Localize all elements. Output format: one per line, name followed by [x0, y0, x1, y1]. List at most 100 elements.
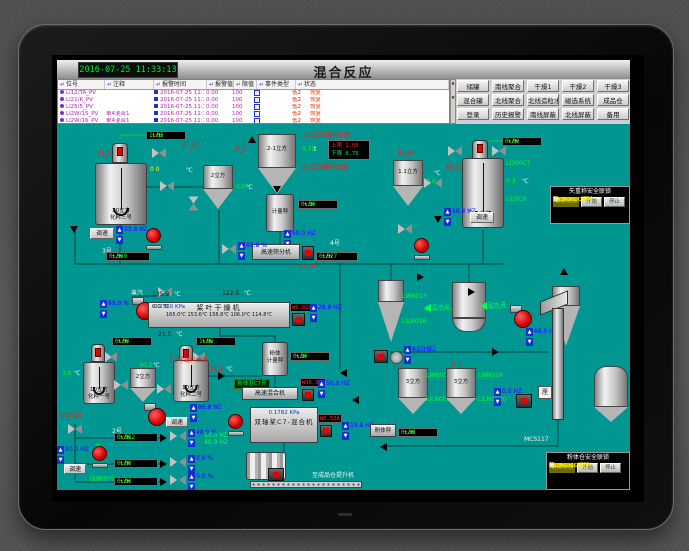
alarm-row[interactable]: LI25/5_PV2016-07-25 11:10.00100低2恢复 — [58, 104, 449, 111]
flow-arrow-right — [218, 372, 225, 380]
twin-shaft-mixer: 0.1782 KPa双轴桨C7-混合机 — [250, 407, 318, 443]
alarm-row[interactable]: LI2W/15_PV单4混合12016-07-25 11:10.00100低2恢… — [58, 111, 449, 118]
brine-out-arrow — [424, 304, 431, 312]
alarm-row[interactable]: LI21/K_PV2016-07-25 11:10.00100低2恢复 — [58, 97, 449, 104]
drive-indicator-15: ▲▼41.0 HZ0.0 HZ — [404, 346, 412, 364]
stop-button[interactable]: 停止 — [600, 463, 621, 473]
conveyor — [250, 481, 362, 488]
flow-display-10: 0.00t/h — [114, 477, 158, 486]
col-status[interactable]: 状态 — [296, 80, 449, 89]
high-speed-mixer: 高速混合机 — [242, 387, 298, 400]
flow-display-6: 1.08t/h — [196, 337, 236, 346]
col-value[interactable]: 报警值 — [207, 80, 234, 89]
alarm-row[interactable]: LI12/TA_PV2016-07-25 11:10.00100低2恢复 — [58, 90, 449, 97]
alarm-cell: 单4混合1 — [104, 111, 152, 118]
tag-mcs117: MCS117 — [524, 436, 549, 443]
nav-button-干燥3[interactable]: 干燥3 — [597, 80, 629, 92]
alarm-cell — [252, 97, 290, 104]
temp-1225: 122.5 — [222, 290, 239, 297]
nav-button-北线聚合[interactable]: 北线聚合 — [492, 94, 524, 106]
drive-indicator-13: ▲▼13.0 HZ15.1 HZ — [342, 422, 350, 440]
drive-indicator-12: ▲▼50.0 HZ50.0 HZ — [318, 380, 326, 398]
alarm-cell: 2016-07-25 11:1 — [152, 111, 204, 118]
pump-1 — [146, 228, 162, 250]
alarm-cell: 低2 — [290, 111, 308, 118]
deg-symbol: ℃ — [244, 290, 251, 297]
tank-2-label: 10立方 化料二号 — [174, 385, 208, 398]
alarm-cell — [252, 111, 290, 118]
hopper-label: 2-1立方 — [259, 146, 295, 153]
alarm-cell: 100 — [230, 90, 252, 97]
col-type[interactable]: 事件类型 — [257, 80, 296, 89]
flow-arrow-right — [492, 348, 499, 356]
alarm-cell: 恢复 — [308, 97, 340, 104]
speed-button-3[interactable]: 调速 — [166, 417, 188, 427]
alarm-cell — [252, 90, 290, 97]
weigh-scale-1: 计量秤 — [266, 194, 294, 232]
flow-display-12: 0.10t/h — [398, 428, 438, 437]
nav-button-磁选系统[interactable]: 磁选系统 — [562, 94, 594, 106]
pump3-hz-2: 40.9 HZ — [204, 439, 228, 446]
col-time[interactable]: 报警时间 — [154, 80, 207, 89]
drive-indicator-14: ▲▼68.5 HZ68.5 HZ — [526, 328, 534, 346]
nav-button-北线屏蔽[interactable]: 北线屏蔽 — [562, 108, 594, 120]
flow-arrow-down — [434, 216, 442, 223]
nav-button-储罐[interactable]: 储罐 — [457, 80, 489, 92]
drive-indicator-10: ▲▼0.0 %7.9 % — [188, 455, 196, 473]
drive-indicator-5: ▲▼59.5 %49.0 % — [100, 300, 108, 318]
col-tag[interactable]: 位号 — [58, 80, 105, 89]
tag-li8n013: LI8N013 — [402, 293, 427, 300]
alarm-table-header: 位号 注释 报警时间 报警值 限值 事件类型 状态 — [58, 80, 449, 90]
stop-button[interactable]: 停止 — [604, 197, 625, 207]
drive-indicator-1: ▲▼23.6 %35.8 HZ — [116, 226, 124, 244]
nav-button-南线聚合[interactable]: 南线聚合 — [492, 80, 524, 92]
nav-button-混合罐[interactable]: 混合罐 — [457, 94, 489, 106]
tag-li8n019: LI8N019 — [478, 372, 503, 379]
valve-tank4-left — [448, 146, 462, 157]
nav-button-南线屏蔽[interactable]: 南线屏蔽 — [527, 108, 559, 120]
tag-liln0c20: LILN0C20 — [478, 396, 507, 403]
valve-tank1-top — [152, 148, 166, 159]
nav-button-成品仓[interactable]: 成品仓 — [597, 94, 629, 106]
flow-arrow-right — [468, 288, 475, 296]
tank-3-values: 0 0 — [150, 166, 160, 173]
col-desc[interactable]: 注释 — [105, 80, 154, 89]
mixer-motor-2 — [320, 425, 332, 437]
nav-button-登录[interactable]: 登录 — [457, 108, 489, 120]
nav-button-历史报警[interactable]: 历史报警 — [492, 108, 524, 120]
steam-label: 蒸汽 — [131, 290, 143, 297]
tank2-temp: 3.0 — [62, 370, 72, 377]
level-high-alarm: 2-1立方罐料位高 — [304, 132, 350, 139]
tag-fs14: FS_14 — [298, 263, 316, 270]
process-diagram: 1.03t/h FI_3 FI_10 10立方 化料三号 0 0 ℃ 2立方 0… — [57, 124, 630, 490]
drive-indicator-8: ▲▼90.8 %86.9 HZ — [190, 404, 198, 422]
alarm-cell — [252, 104, 290, 111]
cyclone-1 — [378, 280, 404, 342]
hopper-2-1m3: 2-1立方 — [258, 134, 296, 194]
pump-5 — [92, 446, 108, 468]
interlock-panel-2: 粉体仓安全联锁 开W5604C延时30秒 关CM6205C延时12.0分 联锁切… — [546, 452, 630, 490]
alarm-cell: 0.00 — [204, 111, 230, 118]
brine-in-arrow — [480, 302, 487, 310]
speed-button-4[interactable]: 调速 — [64, 464, 86, 474]
hopper-2m3-top: 2立方 — [203, 165, 233, 209]
speed-button-1[interactable]: 调速 — [90, 228, 114, 239]
col-limit[interactable]: 限值 — [234, 80, 257, 89]
nav-button-备用[interactable]: 备用 — [597, 108, 629, 120]
deg-symbol: ℃ — [174, 291, 181, 298]
tag-n2553: N25/53 — [60, 412, 82, 419]
elevator-motor — [516, 394, 532, 408]
nav-button-北线造粒水[interactable]: 北线造粒水 — [527, 94, 559, 106]
temp-1359: 135.9 — [152, 291, 169, 298]
speed-button-2[interactable]: 调速 — [470, 212, 494, 223]
hopper-label: 3立方 — [447, 378, 475, 385]
interlock-panel-1: 失重称安全联锁 开W7000U延时20秒 关CM600C延时10.0分 联锁切除… — [550, 186, 630, 224]
valve-feed1 — [170, 431, 186, 444]
nav-button-干燥2[interactable]: 干燥2 — [562, 80, 594, 92]
flow-arrow-right — [417, 273, 424, 281]
nav-button-干燥1[interactable]: 干燥1 — [527, 80, 559, 92]
tag-fi11: FI_11 — [446, 164, 462, 171]
tag-li300c7: LI300C7 — [506, 160, 531, 167]
tank-3: 10立方 化料三号 — [95, 163, 147, 225]
hopper-3m3-a: 3立方 — [398, 368, 428, 414]
